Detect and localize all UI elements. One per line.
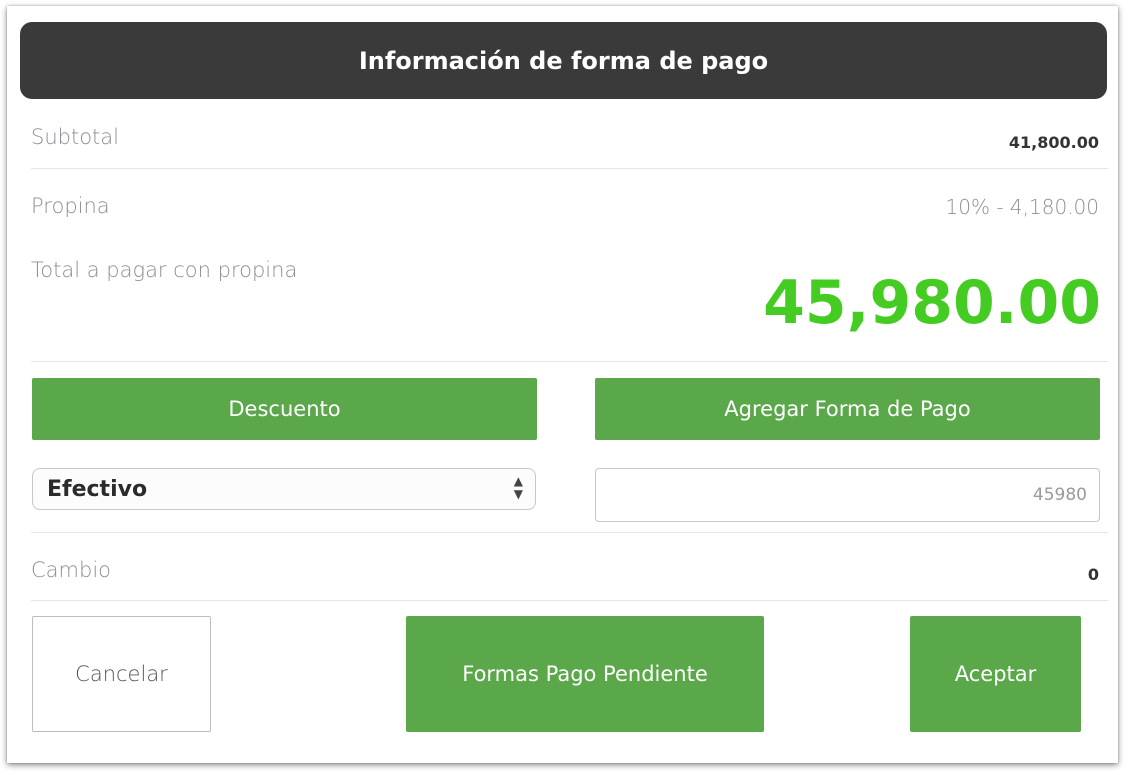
pending-payments-button[interactable]: Formas Pago Pendiente — [406, 616, 764, 732]
cancel-button[interactable]: Cancelar — [32, 616, 211, 732]
payment-amount-input[interactable] — [595, 468, 1100, 522]
divider — [31, 532, 1108, 533]
discount-button[interactable]: Descuento — [32, 378, 537, 440]
pending-payments-label: Formas Pago Pendiente — [462, 662, 708, 686]
dialog-header: Información de forma de pago — [20, 22, 1107, 99]
dialog-title: Información de forma de pago — [358, 46, 769, 75]
total-value: 45,980.00 — [763, 268, 1101, 338]
change-label: Cambio — [31, 558, 112, 582]
accept-button-label: Aceptar — [954, 662, 1037, 686]
discount-button-label: Descuento — [228, 397, 341, 421]
tip-label: Propina — [31, 194, 110, 218]
tip-value: 10% - 4,180.00 — [945, 195, 1099, 219]
payment-method-selected: Efectivo — [47, 476, 148, 502]
total-label: Total a pagar con propina — [31, 258, 298, 282]
subtotal-label: Subtotal — [31, 125, 119, 149]
cancel-button-label: Cancelar — [75, 662, 168, 686]
divider — [31, 168, 1108, 169]
payment-method-select[interactable]: Efectivo ▲ ▼ — [32, 468, 536, 510]
add-payment-method-button[interactable]: Agregar Forma de Pago — [595, 378, 1100, 440]
subtotal-value: 41,800.00 — [1008, 133, 1099, 152]
select-arrows-icon: ▲ ▼ — [513, 474, 523, 501]
payment-dialog: Información de forma de pago Subtotal 41… — [7, 6, 1118, 763]
change-value: 0 — [1087, 565, 1099, 584]
divider — [31, 600, 1108, 601]
accept-button[interactable]: Aceptar — [910, 616, 1081, 732]
add-payment-method-label: Agregar Forma de Pago — [724, 397, 971, 421]
divider — [31, 361, 1108, 362]
